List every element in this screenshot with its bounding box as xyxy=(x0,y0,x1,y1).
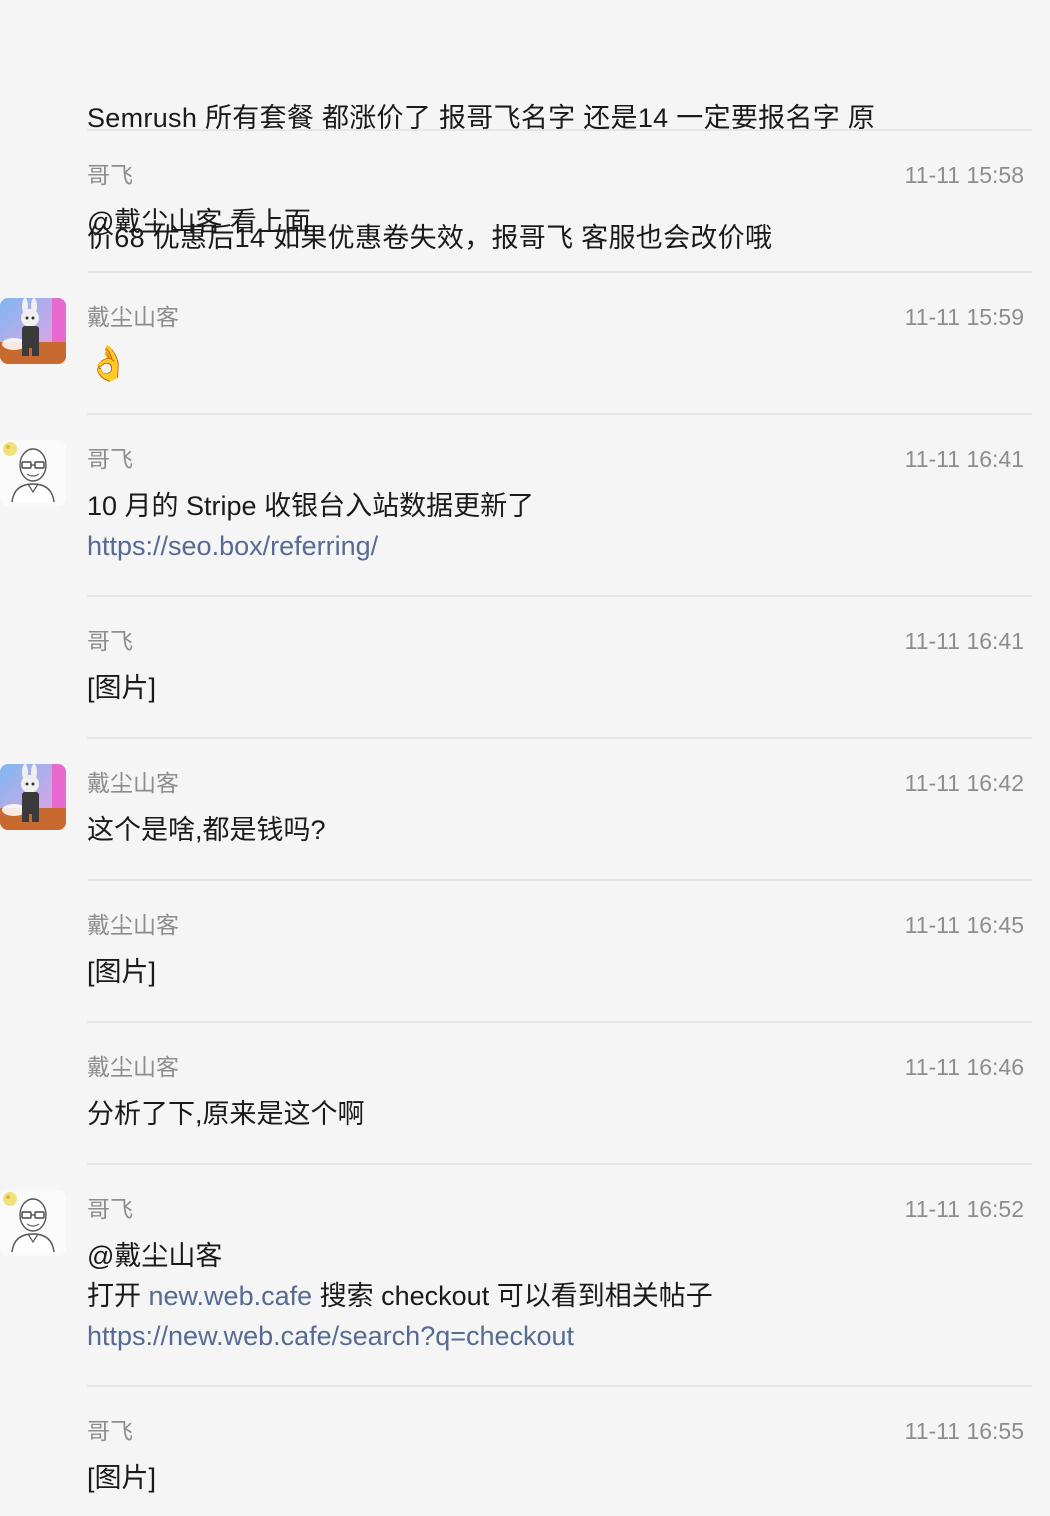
user-avatar[interactable] xyxy=(0,1190,66,1256)
sender-name[interactable]: 哥飞 xyxy=(87,160,133,190)
message-text-suffix: 搜索 checkout 可以看到相关帖子 xyxy=(312,1281,713,1311)
message-text: 分析了下,原来是这个啊 xyxy=(87,1099,365,1129)
message-time: 11-11 16:46 xyxy=(904,1054,1024,1080)
message-body: 10 月的 Stripe 收银台入站数据更新了 https://seo.box/… xyxy=(87,486,1017,566)
ok-hand-emoji-icon: 👌 xyxy=(87,345,130,383)
message-time: 11-11 16:42 xyxy=(904,770,1024,796)
message-body: @戴尘山客 打开 new.web.cafe 搜索 checkout 可以看到相关… xyxy=(87,1236,1017,1356)
sender-name[interactable]: 戴尘山客 xyxy=(87,768,179,798)
sender-name[interactable]: 哥飞 xyxy=(87,1416,133,1446)
inline-link[interactable]: new.web.cafe xyxy=(149,1281,313,1311)
divider xyxy=(87,595,1032,597)
user-avatar[interactable] xyxy=(0,764,66,830)
sender-name[interactable]: 戴尘山客 xyxy=(87,1052,179,1082)
mention-text[interactable]: @戴尘山客 xyxy=(87,1236,1017,1276)
sender-name[interactable]: 哥飞 xyxy=(87,444,133,474)
message-time: 11-11 16:41 xyxy=(904,628,1024,654)
message-time: 11-11 15:59 xyxy=(904,304,1024,330)
sender-name[interactable]: 哥飞 xyxy=(87,626,133,656)
message-text-prefix: 打开 xyxy=(87,1281,149,1311)
message-time: 11-11 16:41 xyxy=(904,446,1024,472)
divider xyxy=(87,1021,1032,1023)
sender-name[interactable]: 戴尘山客 xyxy=(87,302,179,332)
message-time: 11-11 16:52 xyxy=(904,1196,1024,1222)
message-time: 11-11 16:55 xyxy=(904,1418,1024,1444)
message-text: @戴尘山客 看上面 xyxy=(87,207,311,237)
divider xyxy=(87,737,1032,739)
message-link[interactable]: https://new.web.cafe/search?q=checkout xyxy=(87,1316,1017,1356)
image-placeholder[interactable]: [图片] xyxy=(87,1458,1017,1498)
divider xyxy=(87,129,1032,131)
sender-name[interactable]: 戴尘山客 xyxy=(87,910,179,940)
message-time: 11-11 15:58 xyxy=(904,162,1024,188)
message-body: 👌 xyxy=(87,344,1017,386)
image-placeholder[interactable]: [图片] xyxy=(87,668,1017,708)
message-text: 这个是啥,都是钱吗? xyxy=(87,815,326,845)
message-link[interactable]: https://seo.box/referring/ xyxy=(87,526,1017,566)
image-placeholder[interactable]: [图片] xyxy=(87,952,1017,992)
divider xyxy=(87,879,1032,881)
user-avatar[interactable] xyxy=(0,298,66,364)
user-avatar[interactable] xyxy=(0,440,66,506)
sender-name[interactable]: 哥飞 xyxy=(87,1194,133,1224)
divider xyxy=(87,271,1032,273)
divider xyxy=(87,1385,1032,1387)
divider xyxy=(87,413,1032,415)
message-time: 11-11 16:45 xyxy=(904,912,1024,938)
message-text: Semrush 所有套餐 都涨价了 报哥飞名字 还是14 一定要报名字 原 xyxy=(87,103,876,133)
message-body: Semrush 所有套餐 都涨价了 报哥飞名字 还是14 一定要报名字 原 价6… xyxy=(87,18,1032,338)
message-text: 10 月的 Stripe 收银台入站数据更新了 xyxy=(87,491,535,521)
message-text: 打开 new.web.cafe 搜索 checkout 可以看到相关帖子 xyxy=(87,1276,1017,1316)
divider xyxy=(87,1163,1032,1165)
